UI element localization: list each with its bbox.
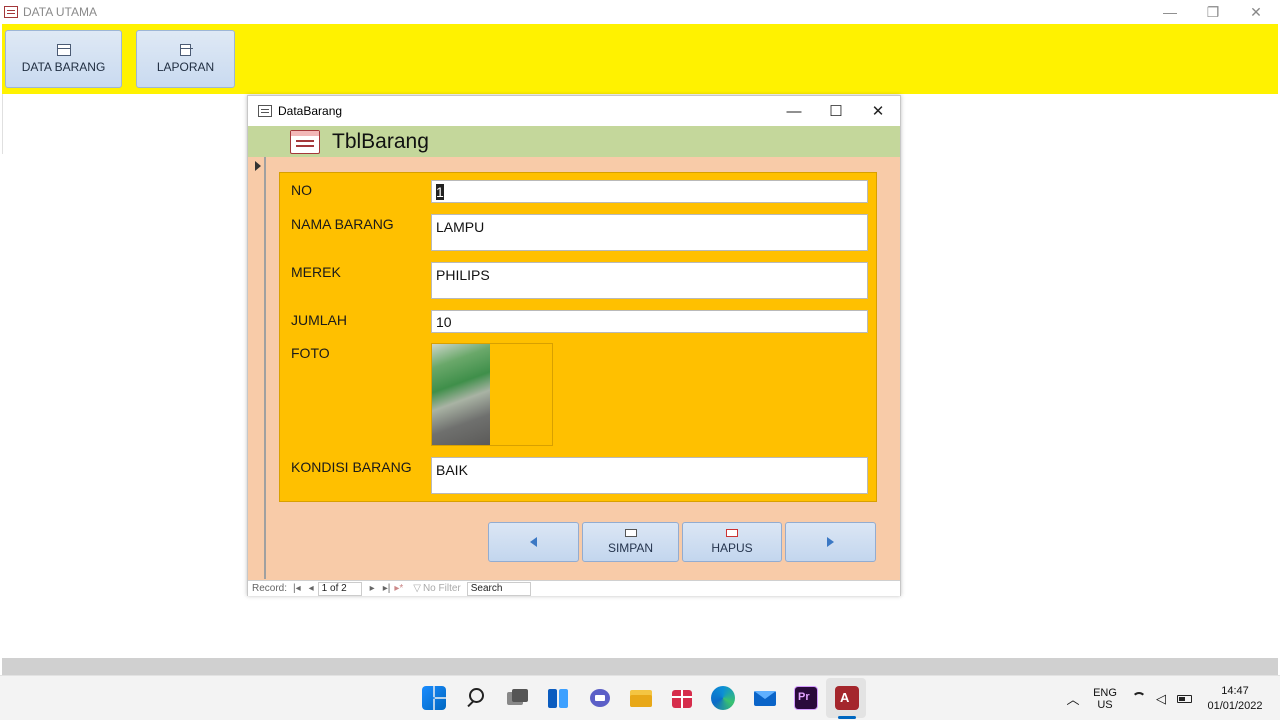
foto-label: FOTO	[291, 345, 330, 361]
report-icon	[180, 44, 193, 56]
teams-chat-icon[interactable]	[588, 686, 612, 710]
chevron-up-icon[interactable]: ︿	[1064, 676, 1082, 721]
app-title: DATA UTAMA	[23, 5, 98, 19]
no-field[interactable]: 1	[431, 180, 868, 203]
data-barang-form: DataBarang — ☐ ✕ TblBarang NO 1 NAMA BAR…	[247, 95, 901, 596]
form-close-button[interactable]: ✕	[857, 96, 899, 126]
first-record-button[interactable]: |◂	[293, 583, 301, 594]
app-title-bar: DATA UTAMA — ❐ ✕	[0, 0, 1280, 24]
record-label: Record:	[252, 583, 288, 594]
main-menu-bar: DATA BARANG LAPORAN	[2, 24, 1278, 94]
premiere-icon[interactable]: Pr	[794, 686, 818, 710]
form-maximize-button[interactable]: ☐	[815, 96, 857, 126]
volume-icon[interactable]: ◁	[1152, 676, 1170, 721]
next-record-button[interactable]	[785, 522, 876, 562]
save-icon	[624, 529, 637, 537]
foto-field[interactable]	[431, 343, 553, 446]
current-record-arrow-icon	[255, 161, 261, 171]
file-explorer-icon[interactable]	[629, 686, 653, 710]
no-label: NO	[291, 182, 312, 198]
hapus-label: HAPUS	[711, 541, 753, 555]
jumlah-label: JUMLAH	[291, 312, 348, 328]
access-form-icon	[4, 6, 18, 18]
search-box[interactable]: Search	[466, 581, 531, 596]
data-barang-label: DATA BARANG	[21, 60, 106, 74]
merek-field[interactable]: PHILIPS	[431, 262, 868, 299]
language-line1: ENG	[1093, 686, 1117, 699]
next-record-nav-button[interactable]: ▸	[370, 583, 375, 594]
data-barang-button[interactable]: DATA BARANG	[5, 30, 122, 88]
arrow-right-icon	[827, 537, 834, 547]
minimize-button[interactable]: —	[1148, 0, 1192, 24]
jumlah-field[interactable]: 10	[431, 310, 868, 333]
form-title-bar: DataBarang — ☐ ✕	[248, 96, 900, 126]
last-record-button[interactable]: ▸|	[383, 583, 391, 594]
clock[interactable]: 14:47 01/01/2022	[1200, 676, 1270, 721]
simpan-label: SIMPAN	[607, 541, 654, 555]
table-icon	[290, 129, 320, 154]
windows-taskbar: Pr A ︿ ENG US ◁ 14:47 01/01/2022	[0, 675, 1280, 720]
restore-button[interactable]: ❐	[1191, 0, 1235, 24]
edge-icon[interactable]	[711, 686, 735, 710]
mail-icon[interactable]	[753, 686, 777, 710]
product-photo	[432, 344, 490, 445]
form-header: TblBarang	[248, 126, 900, 157]
active-indicator	[838, 716, 856, 719]
no-value: 1	[436, 184, 444, 200]
clock-time: 14:47	[1221, 685, 1249, 697]
merek-label: MEREK	[291, 264, 341, 280]
filter-icon: ▽	[413, 583, 421, 594]
access-icon[interactable]: A	[835, 686, 859, 710]
hapus-button[interactable]: HAPUS	[682, 522, 782, 562]
form-header-title: TblBarang	[332, 129, 429, 153]
wifi-icon[interactable]	[1130, 676, 1148, 721]
task-view-icon[interactable]	[505, 686, 529, 710]
search-icon[interactable]	[464, 686, 488, 710]
clock-date: 01/01/2022	[1207, 700, 1263, 712]
form-icon	[258, 105, 272, 117]
widgets-icon[interactable]	[546, 686, 570, 710]
divider	[2, 94, 3, 154]
form-title: DataBarang	[278, 104, 343, 118]
arrow-left-icon	[530, 537, 537, 547]
form-minimize-button[interactable]: —	[773, 96, 815, 126]
nama-barang-label: NAMA BARANG	[291, 216, 394, 232]
form-icon	[56, 44, 71, 56]
laporan-button[interactable]: LAPORAN	[136, 30, 235, 88]
kondisi-barang-field[interactable]: BAIK	[431, 457, 868, 494]
delete-icon	[726, 529, 738, 537]
record-position-input[interactable]: 1 of 2	[317, 581, 362, 596]
simpan-button[interactable]: SIMPAN	[582, 522, 679, 562]
previous-record-button[interactable]	[488, 522, 579, 562]
battery-icon[interactable]	[1175, 676, 1193, 721]
no-filter-button[interactable]: No Filter	[423, 583, 461, 594]
new-record-button[interactable]: ▸*	[394, 583, 403, 594]
record-selector[interactable]	[248, 157, 266, 579]
kondisi-barang-label: KONDISI BARANG	[291, 459, 412, 475]
start-icon[interactable]	[422, 686, 446, 710]
status-bar	[2, 658, 1278, 675]
record-navigation-bar: Record: |◂ ◂ 1 of 2 ▸ ▸| ▸* ▽ No Filter …	[248, 580, 900, 596]
language-indicator[interactable]: ENG US	[1090, 676, 1120, 721]
close-button[interactable]: ✕	[1234, 0, 1278, 24]
nama-barang-field[interactable]: LAMPU	[431, 214, 868, 251]
detail-section: NO 1 NAMA BARANG LAMPU MEREK PHILIPS JUM…	[279, 172, 877, 502]
language-line2: US	[1097, 698, 1113, 711]
access-app-window: DATA UTAMA — ❐ ✕ DATA BARANG LAPORAN Dat…	[0, 0, 1280, 675]
laporan-label: LAPORAN	[156, 60, 215, 74]
prev-record-button[interactable]: ◂	[309, 583, 314, 594]
gift-icon[interactable]	[670, 686, 694, 710]
